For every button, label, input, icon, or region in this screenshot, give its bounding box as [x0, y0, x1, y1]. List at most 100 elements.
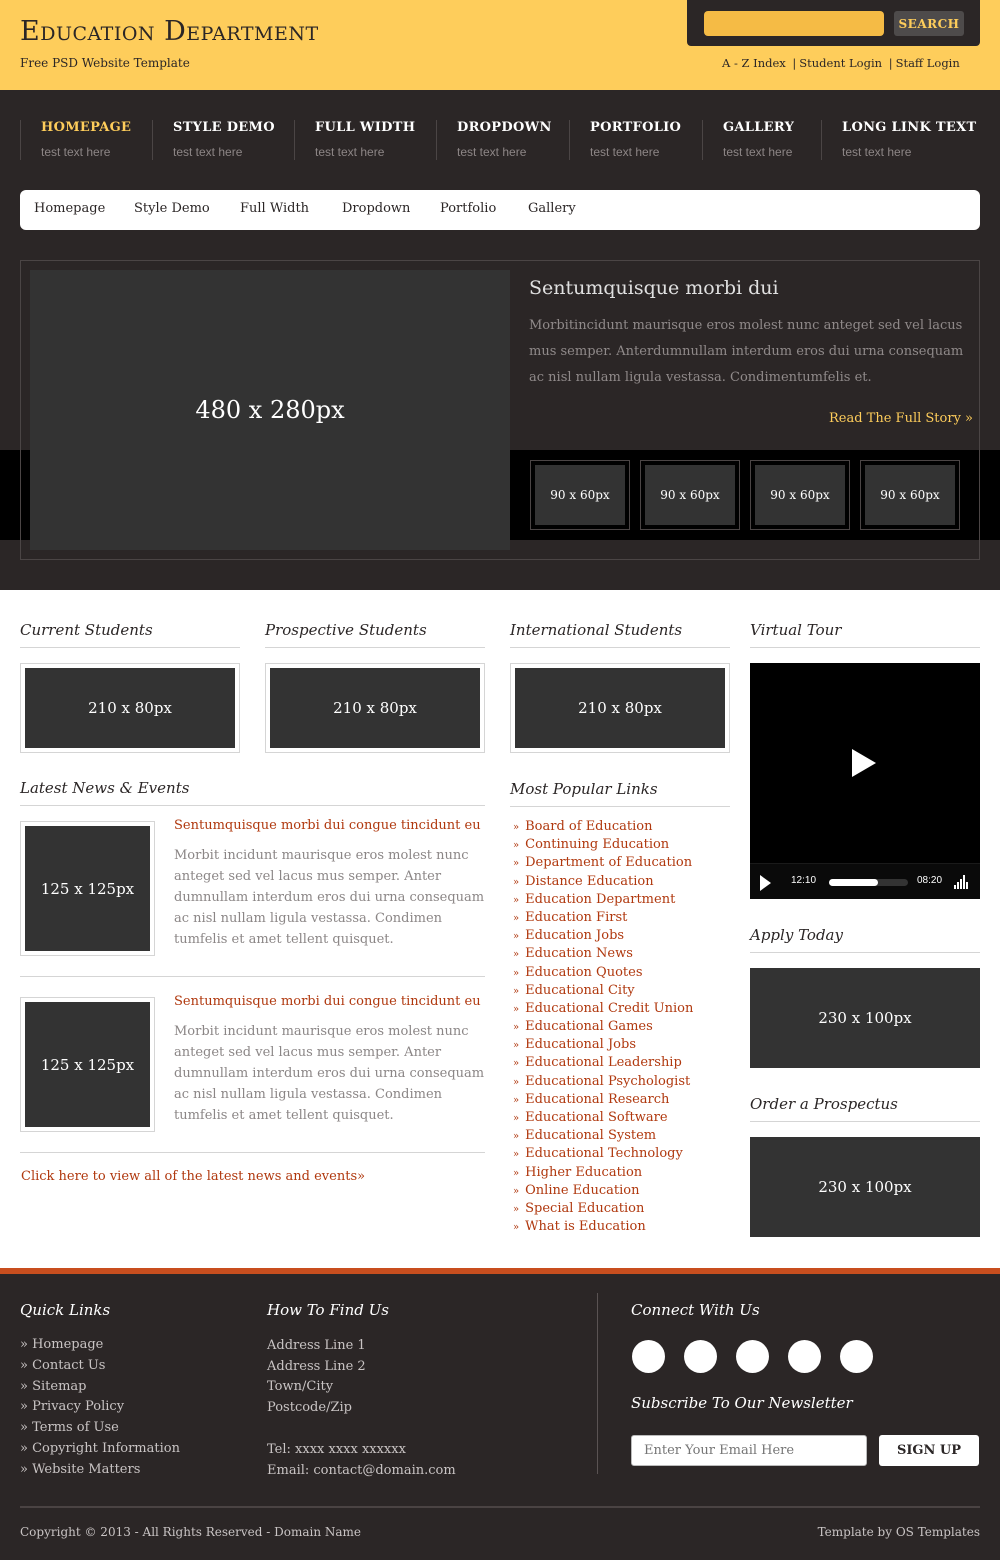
subnav-item-dropdown[interactable]: Dropdown [342, 201, 410, 216]
divider [20, 1152, 485, 1153]
current-students-image[interactable]: 210 x 80px [20, 663, 240, 753]
nav-item-dropdown[interactable]: DROPDOWN test text here [436, 120, 552, 160]
popular-link[interactable]: » Education First [510, 910, 693, 928]
popular-link[interactable]: » Educational Jobs [510, 1037, 693, 1055]
video-controls: 12:10 08:20 [750, 863, 980, 899]
news-image[interactable]: 125 x 125px [20, 821, 155, 956]
order-prospectus-image[interactable]: 230 x 100px [750, 1137, 980, 1237]
slider-thumbnail[interactable]: 90 x 60px [750, 460, 850, 530]
popular-link[interactable]: » Educational System [510, 1128, 693, 1146]
popular-link[interactable]: » Higher Education [510, 1165, 693, 1183]
video-remaining-time: 08:20 [917, 875, 943, 886]
social-icon[interactable] [684, 1340, 717, 1373]
popular-link[interactable]: » Online Education [510, 1183, 693, 1201]
popular-link[interactable]: » Department of Education [510, 855, 693, 873]
subnav-item-homepage[interactable]: Homepage [34, 201, 105, 216]
subnav-item-style-demo[interactable]: Style Demo [134, 201, 210, 216]
contact-block: Tel: xxxx xxxx xxxxxx Email: contact@dom… [267, 1440, 456, 1481]
view-all-news-link[interactable]: Click here to view all of the latest new… [21, 1169, 365, 1184]
footer-link-contact-us[interactable]: » Contact Us [20, 1358, 180, 1379]
divider [510, 647, 730, 648]
popular-link[interactable]: » Education News [510, 946, 693, 964]
nav-item-full-width[interactable]: FULL WIDTH test text here [294, 120, 415, 160]
footer-link-privacy-policy[interactable]: » Privacy Policy [20, 1399, 180, 1420]
popular-link[interactable]: » Education Jobs [510, 928, 693, 946]
social-icon[interactable] [632, 1340, 665, 1373]
footer-link-copyright-information[interactable]: » Copyright Information [20, 1441, 180, 1462]
news-item-text: Morbit incidunt maurisque eros molest nu… [174, 848, 485, 947]
sign-up-button[interactable]: SIGN UP [879, 1435, 979, 1466]
email-address[interactable]: Email: contact@domain.com [267, 1461, 456, 1482]
template-credit[interactable]: Template by OS Templates [818, 1525, 980, 1539]
footer-link-homepage[interactable]: » Homepage [20, 1337, 180, 1358]
search-input[interactable] [704, 11, 884, 36]
read-full-story-link[interactable]: Read The Full Story » [829, 411, 973, 426]
nav-item-portfolio[interactable]: PORTFOLIO test text here [569, 120, 681, 160]
virtual-tour-heading: Virtual Tour [750, 621, 842, 639]
popular-link[interactable]: » Board of Education [510, 819, 693, 837]
video-progress-bar[interactable] [829, 879, 908, 886]
nav-item-gallery[interactable]: GALLERY test text here [702, 120, 794, 160]
bullet-icon: » [513, 1185, 520, 1197]
play-button-icon[interactable] [760, 875, 771, 891]
search-button[interactable]: SEARCH [894, 11, 964, 36]
footer-link-website-matters[interactable]: » Website Matters [20, 1462, 180, 1483]
social-icon[interactable] [840, 1340, 873, 1373]
news-item-title[interactable]: Sentumquisque morbi dui congue tincidunt… [174, 994, 481, 1009]
newsletter-email-input[interactable] [631, 1435, 867, 1466]
staff-login-link[interactable]: Staff Login [896, 56, 960, 70]
apply-today-image[interactable]: 230 x 100px [750, 968, 980, 1068]
thumbnail-placeholder: 90 x 60px [535, 465, 625, 525]
popular-link[interactable]: » Education Quotes [510, 965, 693, 983]
international-students-heading: International Students [510, 621, 683, 639]
address-line: Address Line 1 [267, 1338, 366, 1353]
international-students-image[interactable]: 210 x 80px [510, 663, 730, 753]
popular-link-label: Distance Education [525, 873, 654, 889]
bullet-icon: » [513, 967, 520, 979]
nav-item-homepage[interactable]: HOMEPAGE test text here [20, 120, 131, 160]
subnav-item-gallery[interactable]: Gallery [528, 201, 576, 216]
news-image[interactable]: 125 x 125px [20, 997, 155, 1132]
popular-link-label: Continuing Education [525, 837, 670, 853]
image-placeholder: 210 x 80px [25, 668, 235, 748]
bullet-icon: » [513, 1222, 520, 1234]
popular-link[interactable]: » Educational Software [510, 1110, 693, 1128]
nav-subtext: test text here [315, 145, 385, 159]
slider-main-image[interactable]: 480 x 280px [30, 270, 510, 550]
popular-link[interactable]: » Educational Psychologist [510, 1074, 693, 1092]
footer-link-terms-of-use[interactable]: » Terms of Use [20, 1420, 180, 1441]
nav-subtext: test text here [41, 145, 111, 159]
subnav-item-full-width[interactable]: Full Width [240, 201, 309, 216]
popular-link[interactable]: » Distance Education [510, 874, 693, 892]
social-icon[interactable] [788, 1340, 821, 1373]
header-links: A - Z Index | Student Login | Staff Login [722, 56, 960, 70]
popular-link[interactable]: » Educational Leadership [510, 1055, 693, 1073]
popular-link[interactable]: » Educational Games [510, 1019, 693, 1037]
nav-item-style-demo[interactable]: STYLE DEMO test text here [152, 120, 275, 160]
popular-link-label: Educational Research [525, 1091, 670, 1107]
student-login-link[interactable]: Student Login [799, 56, 882, 70]
nav-item-long-link-text[interactable]: LONG LINK TEXT test text here [821, 120, 976, 160]
news-item-title[interactable]: Sentumquisque morbi dui congue tincidunt… [174, 818, 481, 833]
popular-link[interactable]: » Educational City [510, 983, 693, 1001]
popular-link[interactable]: » Continuing Education [510, 837, 693, 855]
popular-link[interactable]: » Educational Technology [510, 1146, 693, 1164]
subnav-item-portfolio[interactable]: Portfolio [440, 201, 496, 216]
play-icon[interactable] [852, 749, 876, 777]
a-z-index-link[interactable]: A - Z Index [722, 56, 786, 70]
divider [20, 805, 485, 806]
social-icon[interactable] [736, 1340, 769, 1373]
popular-link[interactable]: » Educational Research [510, 1092, 693, 1110]
popular-link[interactable]: » Special Education [510, 1201, 693, 1219]
slider-thumbnail[interactable]: 90 x 60px [530, 460, 630, 530]
popular-link[interactable]: » Education Department [510, 892, 693, 910]
slider-thumbnail[interactable]: 90 x 60px [860, 460, 960, 530]
site-title[interactable]: Education Department [20, 16, 319, 47]
footer-link-sitemap[interactable]: » Sitemap [20, 1379, 180, 1400]
volume-icon[interactable] [954, 875, 970, 889]
popular-link[interactable]: » What is Education [510, 1219, 693, 1237]
popular-link[interactable]: » Educational Credit Union [510, 1001, 693, 1019]
slider-thumbnail[interactable]: 90 x 60px [640, 460, 740, 530]
video-player[interactable]: 12:10 08:20 [750, 663, 980, 899]
prospective-students-image[interactable]: 210 x 80px [265, 663, 485, 753]
